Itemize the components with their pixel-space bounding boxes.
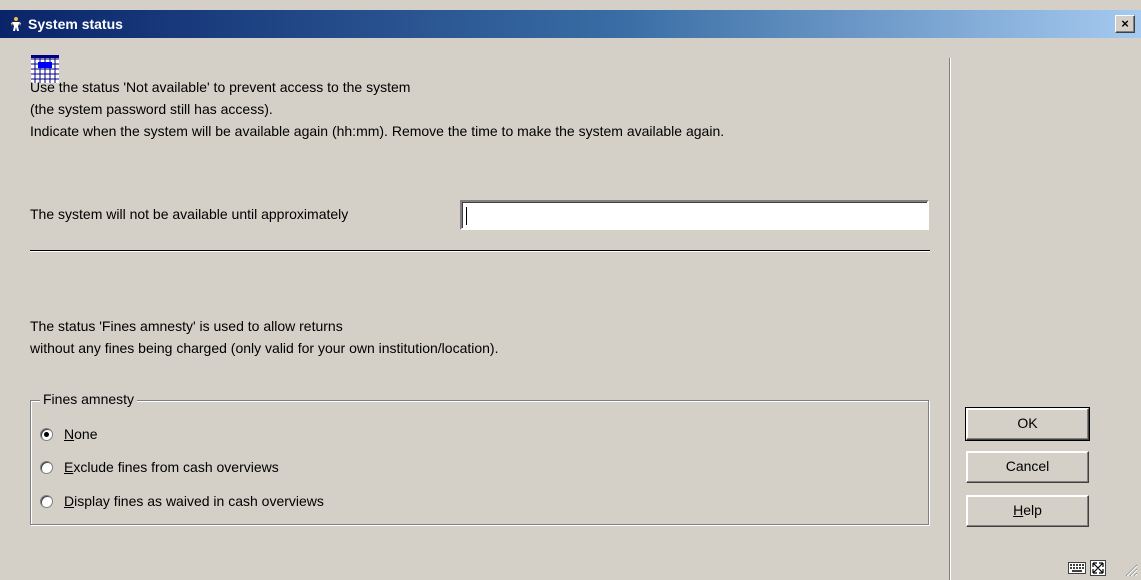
intro-line-2: (the system password still has access). [30,101,273,117]
ok-button[interactable]: OK [965,407,1090,441]
radio-dot-icon [44,432,49,437]
radio-button-selected[interactable] [40,428,53,441]
text-caret [466,207,467,225]
window-title: System status [28,16,123,32]
intro-line-1: Use the status 'Not available' to preven… [30,79,411,95]
until-time-input[interactable] [460,200,929,230]
resize-grip-icon[interactable] [1124,563,1138,577]
radio-none-label: None [64,426,98,442]
radio-button[interactable] [40,495,53,508]
maximize-icon[interactable] [1090,560,1106,576]
divider [30,250,930,252]
fines-amnesty-legend: Fines amnesty [40,391,138,407]
close-button[interactable]: × [1115,15,1135,33]
until-label: The system will not be available until a… [30,206,349,222]
radio-button[interactable] [40,461,53,474]
vertical-separator [949,58,951,580]
radio-display-waived-label: Display fines as waived in cash overview… [64,493,324,509]
cancel-button[interactable]: Cancel [966,451,1089,483]
person-icon [11,17,21,31]
title-bar: System status × [0,10,1141,38]
amnesty-info-line-2: without any fines being charged (only va… [30,340,499,356]
radio-exclude-fines-label: Exclude fines from cash overviews [64,459,279,475]
intro-line-3: Indicate when the system will be availab… [30,123,725,139]
amnesty-info-line-1: The status 'Fines amnesty' is used to al… [30,318,343,334]
help-button[interactable]: Help [966,495,1089,527]
keyboard-icon[interactable] [1068,560,1086,574]
